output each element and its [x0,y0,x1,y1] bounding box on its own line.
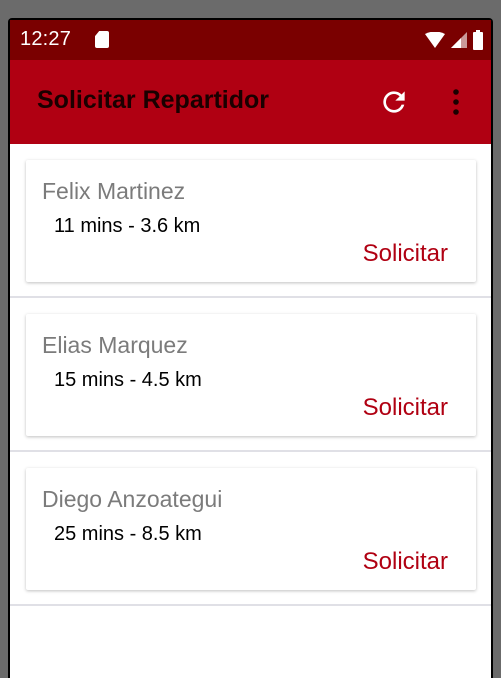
refresh-icon [383,91,405,113]
app-bar: Solicitar Repartidor [10,60,491,144]
list-item: Elias Marquez 15 mins - 4.5 km Solicitar [10,298,491,452]
driver-name: Elias Marquez [42,332,188,358]
refresh-button[interactable] [376,84,412,120]
status-bar: 12:27 [10,20,491,60]
request-button[interactable]: Solicitar [363,548,448,576]
status-icons [425,28,483,52]
page-title: Solicitar Repartidor [37,86,269,114]
overflow-menu-button[interactable] [444,84,468,120]
app-screen: 12:27 Solicitar Repartidor Felix Martine… [10,20,491,678]
more-vert-icon [453,89,459,115]
driver-eta: 25 mins - 8.5 km [54,523,202,545]
driver-card: Felix Martinez 11 mins - 3.6 km Solicita… [26,160,476,282]
request-button[interactable]: Solicitar [363,394,448,422]
driver-name: Diego Anzoategui [42,486,223,512]
status-time: 12:27 [20,28,72,50]
driver-eta: 11 mins - 3.6 km [54,215,201,237]
list-item: Diego Anzoategui 25 mins - 8.5 km Solici… [10,452,491,606]
driver-card: Elias Marquez 15 mins - 4.5 km Solicitar [26,314,476,436]
device-background: 12:27 Solicitar Repartidor Felix Martine… [0,0,501,678]
battery-icon [473,30,483,50]
list-item: Felix Martinez 11 mins - 3.6 km Solicita… [10,144,491,298]
driver-eta: 15 mins - 4.5 km [54,369,202,391]
driver-list: Felix Martinez 11 mins - 3.6 km Solicita… [10,144,491,606]
driver-name: Felix Martinez [42,178,186,204]
sd-card-icon [95,31,109,48]
cell-signal-icon [451,32,467,48]
request-button[interactable]: Solicitar [363,240,448,268]
wifi-icon [425,32,445,48]
driver-card: Diego Anzoategui 25 mins - 8.5 km Solici… [26,468,476,590]
